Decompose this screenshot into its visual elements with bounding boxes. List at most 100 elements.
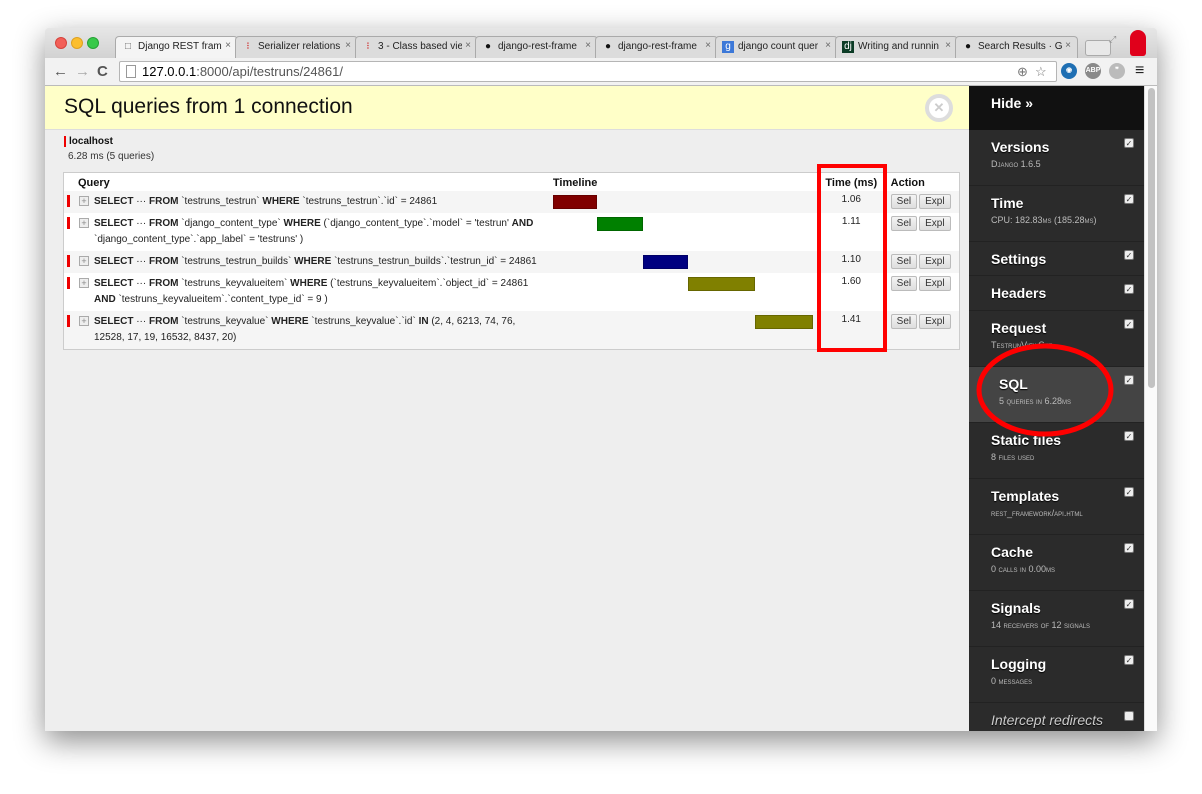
fullscreen-icon[interactable]: ⤢ <box>1109 34 1116 45</box>
close-tab-icon[interactable]: × <box>465 40 471 51</box>
close-tab-icon[interactable]: × <box>705 40 711 51</box>
sql-keyword: AND <box>94 293 116 305</box>
explain-button[interactable]: Expl <box>919 253 951 269</box>
select-button[interactable]: Sel <box>890 253 918 269</box>
browser-tab[interactable]: ● django-rest-frame × <box>475 36 598 58</box>
back-icon[interactable]: ← <box>53 63 68 80</box>
browser-tab[interactable]: □ Django REST frame × <box>115 36 238 58</box>
panel-enable-checkbox[interactable]: ✓ <box>1124 655 1134 665</box>
query-actions: Sel Expl <box>886 250 960 273</box>
globe-extension-icon[interactable]: ◉ <box>1061 63 1077 79</box>
query-actions: Sel Expl <box>886 272 960 311</box>
query-sql: + SELECT ··· FROM `django_content_type` W… <box>63 212 549 251</box>
hide-toolbar-button[interactable]: Hide » <box>969 86 1144 130</box>
panel-enable-checkbox[interactable]: ✓ <box>1124 138 1134 148</box>
browser-tab[interactable]: ⁝ 3 - Class based vie × <box>355 36 478 58</box>
panel-name: Cache <box>991 544 1034 560</box>
profile-avatar-icon[interactable] <box>1130 30 1146 56</box>
select-button[interactable]: Sel <box>890 215 918 231</box>
tab-strip: □ Django REST frame × ⁝ Serializer relations… <box>45 28 1157 58</box>
connection-host: localhost <box>64 136 154 147</box>
panel-enable-checkbox[interactable]: ✓ <box>1124 599 1134 609</box>
toolbar-panel-settings[interactable]: Settings ✓ <box>969 242 1144 276</box>
new-tab-button[interactable] <box>1085 40 1111 56</box>
close-tab-icon[interactable]: × <box>1065 40 1071 51</box>
sql-keyword: SELECT <box>94 217 134 229</box>
menu-icon[interactable]: ≡ <box>1135 62 1144 80</box>
close-tab-icon[interactable]: × <box>945 40 951 51</box>
explain-button[interactable]: Expl <box>919 275 951 291</box>
close-tab-icon[interactable]: × <box>345 40 351 51</box>
close-tab-icon[interactable]: × <box>585 40 591 51</box>
sql-text: `testruns_testrun`.`id` = 24861 <box>299 195 438 207</box>
panel-enable-checkbox[interactable]: ✓ <box>1124 375 1134 385</box>
panel-enable-checkbox[interactable]: ✓ <box>1124 319 1134 329</box>
select-button[interactable]: Sel <box>890 313 918 329</box>
column-header-timeline: Timeline <box>548 172 816 191</box>
sql-keyword: WHERE <box>262 195 300 207</box>
expand-stacktrace-icon[interactable]: + <box>79 315 89 326</box>
query-actions: Sel Expl <box>886 310 960 349</box>
query-marker <box>67 314 70 327</box>
quote-extension-icon[interactable]: ❞ <box>1109 63 1125 79</box>
close-window-button[interactable] <box>55 37 67 49</box>
explain-button[interactable]: Expl <box>919 193 951 209</box>
toolbar-panel-templates[interactable]: Templates rest_framework/api.html ✓ <box>969 479 1144 535</box>
adblock-extension-icon[interactable]: ABP <box>1085 63 1101 79</box>
scrollbar[interactable] <box>1144 86 1157 731</box>
expand-stacktrace-icon[interactable]: + <box>79 195 89 206</box>
drf-icon: ⁝ <box>246 41 250 52</box>
sql-keyword: SELECT <box>94 195 134 207</box>
toolbar-panel-signals[interactable]: Signals 14 receivers of 12 signals ✓ <box>969 591 1144 647</box>
sql-text: `testruns_testrun_builds`.`testrun_id` =… <box>331 255 537 267</box>
panel-enable-checkbox[interactable]: ✓ <box>1124 284 1134 294</box>
toolbar-panel-logging[interactable]: Logging 0 messages ✓ <box>969 647 1144 703</box>
sql-text: `testruns_keyvalueitem`.`content_type_id… <box>115 293 328 305</box>
sql-text: ··· <box>133 217 149 229</box>
panel-enable-checkbox[interactable]: ✓ <box>1124 250 1134 260</box>
explain-button[interactable]: Expl <box>919 313 951 329</box>
sql-keyword: WHERE <box>294 255 332 267</box>
tab-title: 3 - Class based vie <box>378 41 462 52</box>
toolbar-panel-headers[interactable]: Headers ✓ <box>969 276 1144 311</box>
panel-enable-checkbox[interactable] <box>1124 711 1134 721</box>
browser-tab[interactable]: ⁝ Serializer relations × <box>235 36 358 58</box>
sql-keyword: SELECT <box>94 315 134 327</box>
panel-enable-checkbox[interactable]: ✓ <box>1124 194 1134 204</box>
browser-tab[interactable]: dj Writing and runnin × <box>835 36 958 58</box>
toolbar-panel-versions[interactable]: Versions Django 1.6.5 ✓ <box>969 130 1144 186</box>
sql-keyword: WHERE <box>271 315 309 327</box>
bookmark-star-icon[interactable]: ☆ <box>1035 64 1047 80</box>
browser-tab[interactable]: ● django-rest-frame × <box>595 36 718 58</box>
timeline-bar <box>642 254 689 269</box>
zoom-window-button[interactable] <box>87 37 99 49</box>
close-tab-icon[interactable]: × <box>825 40 831 51</box>
url-host: 127.0.0.1 <box>142 64 197 79</box>
explain-button[interactable]: Expl <box>919 215 951 231</box>
browser-tab[interactable]: ● Search Results · Gi × <box>955 36 1078 58</box>
toolbar-panel-intercept-redirects[interactable]: Intercept redirects <box>969 703 1144 731</box>
reload-icon[interactable]: C <box>97 63 108 80</box>
toolbar-panel-time[interactable]: Time CPU: 182.83ms (185.28ms) ✓ <box>969 186 1144 242</box>
select-button[interactable]: Sel <box>890 193 918 209</box>
address-bar[interactable]: 127.0.0.1:8000/api/testruns/24861/ ⊕ ☆ <box>119 61 1057 82</box>
browser-tab[interactable]: g django count quer × <box>715 36 838 58</box>
select-button[interactable]: Sel <box>890 275 918 291</box>
expand-stacktrace-icon[interactable]: + <box>79 217 89 228</box>
expand-stacktrace-icon[interactable]: + <box>79 255 89 266</box>
panel-enable-checkbox[interactable]: ✓ <box>1124 543 1134 553</box>
expand-stacktrace-icon[interactable]: + <box>79 277 89 288</box>
panel-enable-checkbox[interactable]: ✓ <box>1124 431 1134 441</box>
minimize-window-button[interactable] <box>71 37 83 49</box>
close-tab-icon[interactable]: × <box>225 40 231 51</box>
forward-icon[interactable]: → <box>75 63 90 80</box>
toolbar-panel-cache[interactable]: Cache 0 calls in 0.00ms ✓ <box>969 535 1144 591</box>
panel-summary: Django 1.6.5 <box>991 159 1041 169</box>
browser-toolbar: ← → C 127.0.0.1:8000/api/testruns/24861/… <box>45 58 1157 86</box>
scrollbar-thumb[interactable] <box>1148 88 1155 388</box>
zoom-icon[interactable]: ⊕ <box>1017 64 1028 80</box>
connection-summary: localhost 6.28 ms (5 queries) <box>64 136 154 162</box>
close-panel-button[interactable]: ✕ <box>925 94 953 122</box>
panel-enable-checkbox[interactable]: ✓ <box>1124 487 1134 497</box>
sql-text: `django_content_type`.`app_label` = 'tes… <box>94 233 304 245</box>
